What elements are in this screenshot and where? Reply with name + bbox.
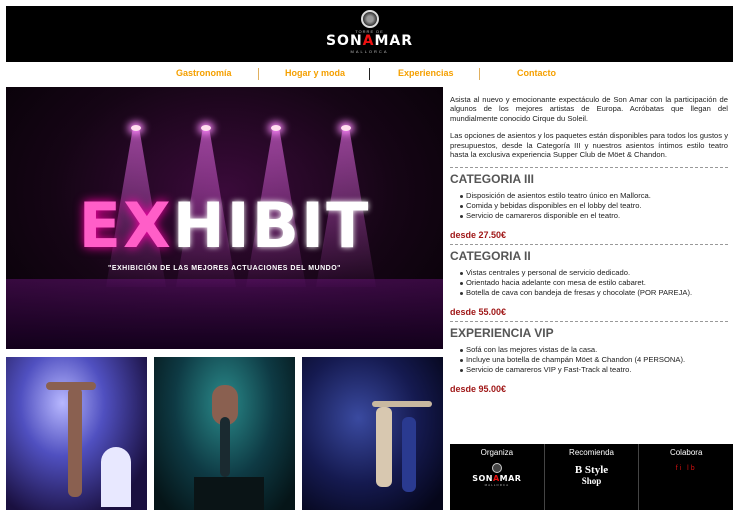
intro-paragraph-2: Las opciones de asientos y los paquetes … <box>450 131 728 160</box>
list-item: Servicio de camareros disponible en el t… <box>460 211 728 221</box>
colabora-heading: Colabora <box>669 448 703 457</box>
stage-floor <box>6 279 443 349</box>
son-amar-logo[interactable]: TORRE DE SONAMAR MALLORCA <box>310 10 430 54</box>
list-item: Sofá con las mejores vistas de la casa. <box>460 345 728 355</box>
exhibit-hero-image: EXHIBIT "EXHIBICIÓN DE LAS MEJORES ACTUA… <box>6 87 443 349</box>
organiza-heading: Organiza <box>480 448 514 457</box>
category-ii-section: CATEGORIA II Vistas centrales y personal… <box>450 249 728 317</box>
nav-divider <box>479 68 480 80</box>
spotlight-icon <box>131 125 141 131</box>
nav-item-contacto[interactable]: Contacto <box>517 68 556 78</box>
nav-item-gastronomia[interactable]: Gastronomía <box>176 68 232 78</box>
nav-item-hogar-y-moda[interactable]: Hogar y moda <box>285 68 345 78</box>
nav-item-experiencias[interactable]: Experiencias <box>398 68 454 78</box>
b-style-shop-logo[interactable]: B Style Shop <box>545 465 639 487</box>
category-iii-section: CATEGORIA III Disposición de asientos es… <box>450 172 728 240</box>
list-item: Servicio de camareros VIP y Fast-Track a… <box>460 365 728 375</box>
partners-footer: Organiza SONAMAR MALLORCA Recomienda B S… <box>450 444 733 510</box>
son-amar-crest-icon <box>360 10 379 28</box>
divider <box>450 321 728 323</box>
logo-subtitle: MALLORCA <box>350 49 389 54</box>
price-label: desde 27.50€ <box>450 230 507 241</box>
divider <box>450 244 728 246</box>
list-item: Orientado hacia adelante con mesa de est… <box>460 278 728 288</box>
site-header: TORRE DE SONAMAR MALLORCA <box>6 6 733 62</box>
price-label: desde 95.00€ <box>450 384 507 395</box>
recomienda-heading: Recomienda <box>569 448 614 457</box>
experiencia-vip-section: EXPERIENCIA VIP Sofá con las mejores vis… <box>450 326 728 394</box>
list-item: Disposición de asientos estilo teatro ún… <box>460 191 728 201</box>
organiza-column: Organiza SONAMAR MALLORCA <box>450 444 545 510</box>
exhibit-title: EXHIBIT <box>78 189 371 262</box>
divider <box>450 167 728 169</box>
spotlight-icon <box>341 125 351 131</box>
recomienda-column: Recomienda B Style Shop <box>545 444 640 510</box>
category-title: CATEGORIA II <box>450 249 531 264</box>
exhibit-tagline: "EXHIBICIÓN DE LAS MEJORES ACTUACIONES D… <box>108 265 341 272</box>
list-item: Botella de cava con bandeja de fresas y … <box>460 288 728 298</box>
nav-divider <box>369 68 370 80</box>
acrobat-photo-2 <box>154 357 295 510</box>
son-amar-crest-icon <box>491 463 502 473</box>
spotlight-icon <box>201 125 211 131</box>
colabora-logo[interactable]: fi lb <box>639 465 733 472</box>
price-label: desde 55.00€ <box>450 307 507 318</box>
acrobat-photo-1 <box>6 357 147 510</box>
category-title: CATEGORIA III <box>450 172 534 187</box>
colabora-column: Colabora fi lb <box>639 444 733 510</box>
list-item: Comida y bebidas disponibles en el lobby… <box>460 201 728 211</box>
son-amar-footer-logo[interactable]: SONAMAR MALLORCA <box>450 463 544 487</box>
list-item: Vistas centrales y personal de servicio … <box>460 268 728 278</box>
acrobat-photo-3 <box>302 357 443 510</box>
category-title: EXPERIENCIA VIP <box>450 326 554 341</box>
event-description: Asista al nuevo y emocionante expectácul… <box>450 95 728 398</box>
main-nav: Gastronomía Hogar y moda Experiencias Co… <box>6 66 733 84</box>
spotlight-icon <box>271 125 281 131</box>
logo-name: SONAMAR <box>325 33 414 49</box>
intro-paragraph-1: Asista al nuevo y emocionante expectácul… <box>450 95 728 123</box>
nav-divider <box>258 68 259 80</box>
list-item: Incluye una botella de champán Möet & Ch… <box>460 355 728 365</box>
